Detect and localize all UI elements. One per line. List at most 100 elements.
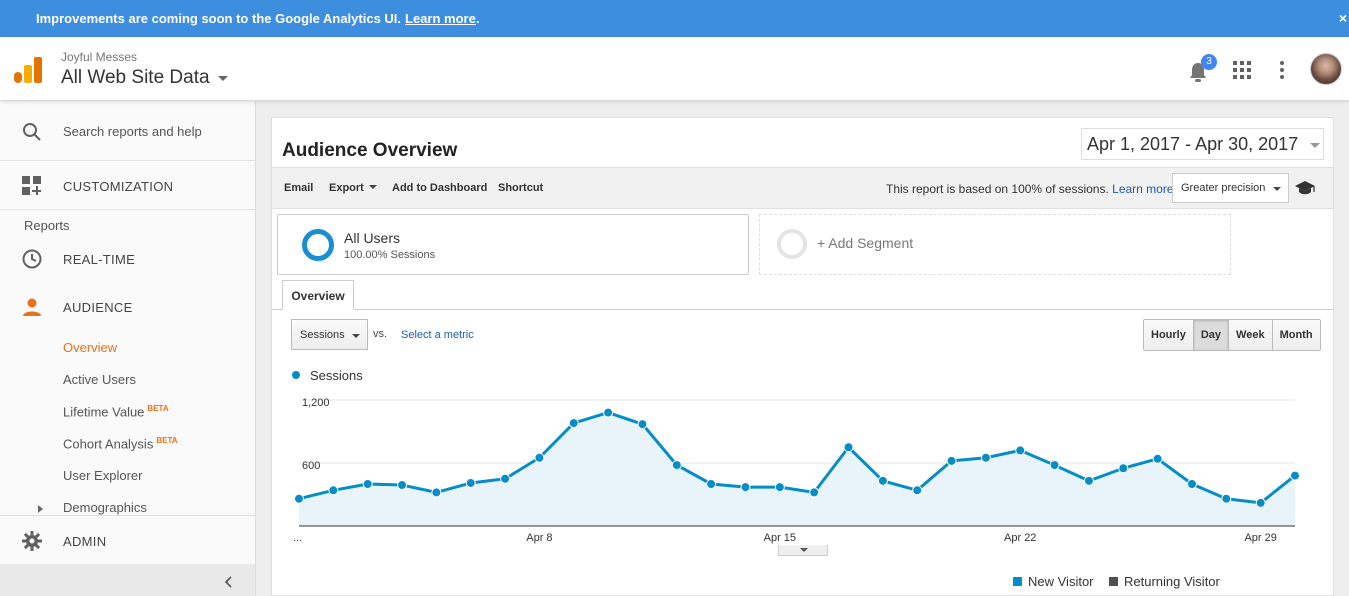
page-title: Audience Overview — [282, 140, 458, 161]
sampling-learn-more-link[interactable]: Learn more — [1112, 182, 1173, 196]
date-range-picker[interactable]: Apr 1, 2017 - Apr 30, 2017 — [1081, 128, 1324, 160]
sidebar-item-cohort-analysis[interactable]: Cohort Analysis BETA — [63, 436, 178, 451]
sidebar-item-label: ADMIN — [63, 534, 107, 549]
add-segment-button[interactable]: + Add Segment — [759, 214, 1231, 275]
property-selector[interactable]: All Web Site Data — [61, 67, 228, 89]
shortcut-button[interactable]: Shortcut — [498, 182, 543, 194]
notification-badge: 3 — [1201, 54, 1217, 70]
expand-chart-button[interactable] — [778, 545, 828, 556]
data-point — [637, 419, 648, 430]
chevron-down-icon — [1310, 143, 1320, 148]
app-header: Joyful Messes All Web Site Data 3 — [0, 37, 1349, 101]
chevron-left-icon[interactable] — [224, 576, 234, 588]
chevron-down-icon — [217, 75, 228, 81]
sidebar-item-demographics[interactable]: Demographics — [63, 500, 147, 515]
x-tick-label: Apr 22 — [1004, 532, 1036, 544]
legend-label: Returning Visitor — [1124, 574, 1220, 589]
chevron-down-icon — [352, 334, 360, 338]
sessions-chart[interactable]: 1,200 600... Apr 8 Apr 15 Apr 22 Apr 29 — [272, 383, 1333, 563]
avatar[interactable] — [1310, 53, 1342, 85]
legend-marker — [292, 371, 300, 379]
data-point — [1152, 453, 1163, 464]
data-point — [706, 479, 717, 489]
data-point — [431, 487, 442, 498]
data-point — [1255, 497, 1266, 508]
sidebar-item-label: REAL-TIME — [63, 252, 136, 267]
data-point — [1290, 470, 1300, 481]
data-point — [946, 455, 957, 466]
data-point — [1083, 475, 1094, 486]
sidebar-footer — [0, 564, 255, 596]
report-panel: Audience Overview Apr 1, 2017 - Apr 30, … — [271, 117, 1334, 596]
more-vert-icon[interactable] — [1278, 61, 1286, 79]
announcement-banner: Improvements are coming soon to the Goog… — [0, 0, 1349, 37]
export-button[interactable]: Export — [329, 182, 377, 194]
precision-select[interactable]: Greater precision — [1172, 173, 1289, 203]
sidebar-item-label: User Explorer — [63, 468, 143, 483]
sidebar-item-active-users[interactable]: Active Users — [63, 372, 136, 387]
data-point — [362, 479, 373, 489]
property-name: All Web Site Data — [61, 67, 210, 88]
metric-select[interactable]: Sessions — [291, 319, 368, 350]
granularity-day[interactable]: Day — [1193, 320, 1230, 350]
sidebar-item-label: CUSTOMIZATION — [63, 179, 174, 194]
sidebar-item-label: Demographics — [63, 500, 147, 515]
beta-badge: BETA — [147, 404, 169, 413]
sidebar-item-realtime[interactable]: REAL-TIME — [0, 241, 255, 277]
customization-icon — [22, 176, 41, 195]
analytics-logo[interactable] — [14, 57, 42, 83]
chevron-down-icon — [1273, 187, 1281, 191]
sidebar-item-label: Active Users — [63, 372, 136, 387]
data-point — [397, 480, 408, 491]
data-point — [568, 418, 579, 429]
banner-text: Improvements are coming soon to the Goog… — [36, 11, 402, 26]
sidebar-item-user-explorer[interactable]: User Explorer — [63, 468, 142, 483]
legend-returning-visitor: Returning Visitor — [1109, 574, 1220, 589]
sidebar-item-admin[interactable]: ADMIN — [0, 515, 255, 564]
x-tick-label: ... — [293, 532, 302, 544]
data-point — [603, 407, 614, 418]
data-point — [294, 493, 304, 504]
tab-divider — [272, 309, 1333, 310]
apps-grid-icon[interactable] — [1233, 61, 1251, 79]
select-metric-link[interactable]: Select a metric — [401, 329, 474, 341]
x-tick-label: Apr 15 — [764, 532, 796, 544]
gear-icon — [22, 531, 42, 551]
x-tick-label: Apr 8 — [526, 532, 552, 544]
tab-overview[interactable]: Overview — [282, 280, 354, 310]
granularity-week[interactable]: Week — [1229, 320, 1273, 350]
granularity-hourly[interactable]: Hourly — [1144, 320, 1194, 350]
sidebar-item-overview[interactable]: Overview — [63, 340, 117, 355]
banner-learn-more-link[interactable]: Learn more — [405, 11, 476, 26]
data-point — [1221, 493, 1232, 504]
precision-value: Greater precision — [1181, 182, 1266, 194]
legend-swatch — [1013, 577, 1022, 586]
close-icon[interactable]: × — [1339, 10, 1347, 26]
sidebar-item-label: Lifetime Value — [63, 404, 145, 420]
add-to-dashboard-button[interactable]: Add to Dashboard — [392, 182, 487, 194]
data-point — [877, 475, 888, 486]
search-reports[interactable]: Search reports and help — [0, 113, 255, 149]
legend-swatch — [1109, 577, 1118, 586]
chart-legend-label: Sessions — [310, 368, 363, 383]
y-tick-label: 600 — [302, 460, 320, 472]
sidebar-item-label: AUDIENCE — [63, 300, 133, 315]
graduation-cap-icon[interactable] — [1294, 180, 1316, 196]
banner-suffix: . — [475, 11, 480, 26]
legend-new-visitor: New Visitor — [1013, 574, 1094, 589]
sidebar-item-customization[interactable]: CUSTOMIZATION — [0, 168, 255, 204]
person-icon — [23, 298, 41, 316]
sidebar-item-lifetime-value[interactable]: Lifetime Value BETA — [63, 404, 169, 419]
data-point — [1186, 479, 1197, 489]
y-tick-label: 1,200 — [302, 397, 330, 409]
reports-heading: Reports — [24, 218, 70, 233]
data-point — [912, 485, 923, 496]
sidebar-item-audience[interactable]: AUDIENCE — [0, 289, 255, 325]
email-button[interactable]: Email — [284, 182, 313, 194]
sidebar: Search reports and help CUSTOMIZATION Re… — [0, 101, 256, 596]
segment-all-users[interactable]: All Users 100.00% Sessions — [277, 214, 749, 275]
vs-label: vs. — [373, 328, 388, 340]
expand-triangle-icon[interactable] — [38, 505, 43, 513]
granularity-month[interactable]: Month — [1272, 320, 1320, 350]
data-point — [465, 477, 476, 488]
